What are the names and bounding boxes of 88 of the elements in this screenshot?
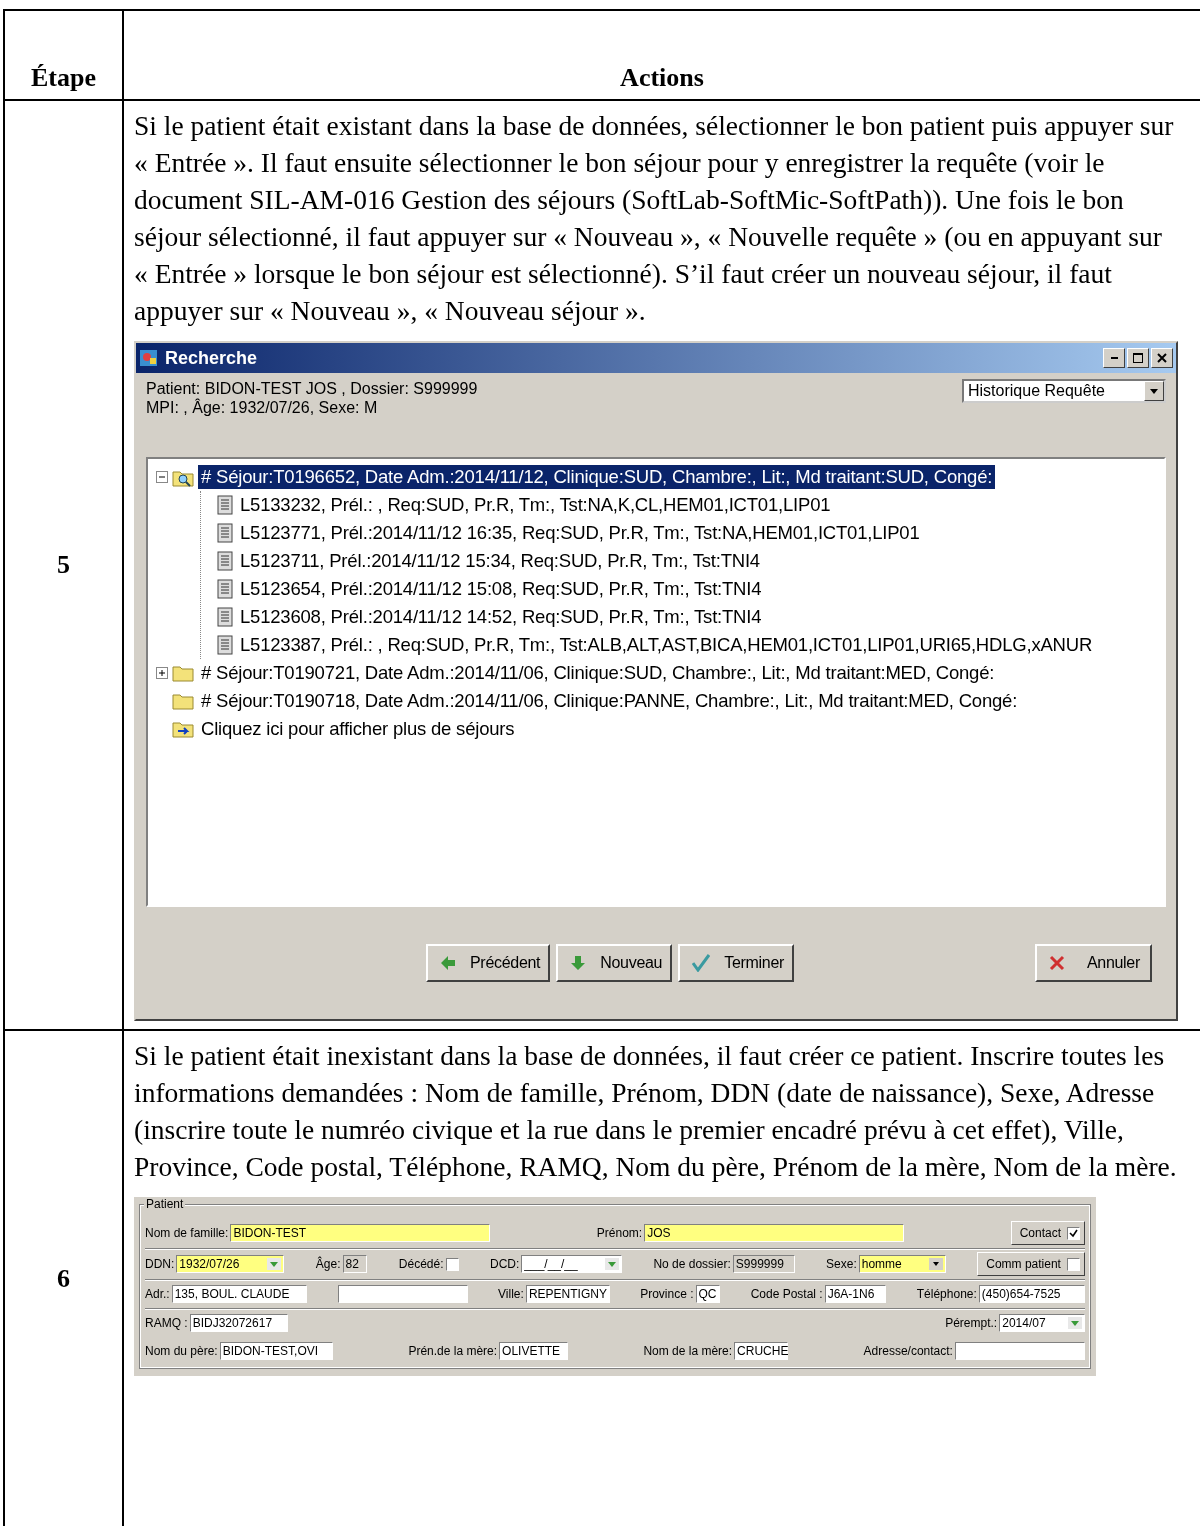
- action-button[interactable]: Annuler: [1034, 944, 1152, 982]
- column-header: Étape: [31, 63, 96, 93]
- window-title: Recherche: [165, 347, 259, 369]
- tree-item[interactable]: # Séjour:T0190718, Date Adm.:2014/11/06, Clinique:PANNE, Chambre:, Lit:, Md traitant:MED, Congé:: [198, 689, 1021, 713]
- tree-item[interactable]: Cliquez ici pour afficher plus de séjours: [198, 717, 518, 741]
- maximize-icon: [1133, 353, 1143, 363]
- folder-arrow-icon: [172, 720, 194, 738]
- down-arrow-icon: [570, 955, 587, 971]
- field-label: DDN:: [145, 1257, 175, 1271]
- tree-item[interactable]: # Séjour:T0196652, Date Adm.:2014/11/12, Clinique:SUD, Chambre:, Lit:, Md traitant:SUD, Congé:: [198, 465, 996, 489]
- input-field[interactable]: 135, BOUL. CLAUDE: [171, 1285, 308, 1303]
- input-field[interactable]: OLIVETTE: [499, 1342, 569, 1360]
- instruction-text: Si le patient était inexistant dans la base de données, il faut créer ce patient. Inscrire toutes les informations demandées : Nom de famille, Prénom, DDN (date de naissance), Sexe, Adresse (inscrire toute le numréo civique et la rue dans le premier encadré prévu à cet effet), Ville, Province, Code postal, Téléphone, RAMQ, Nom du père, Prénom de la mère, Nom de la mère.: [134, 1039, 1178, 1184]
- checkmark-icon: [692, 954, 711, 972]
- dropdown-arrow-icon: [1150, 388, 1158, 394]
- document-icon: [217, 495, 233, 515]
- close-icon: [1048, 955, 1065, 971]
- document-icon: [217, 523, 233, 543]
- tree-item[interactable]: L5123387, Prél.: , Req:SUD, Pr.R, Tm:, Tst:ALB,ALT,AST,BICA,HEM01,ICT01,LIP01,URI65,HDLG,xANUR: [237, 633, 1096, 657]
- document-icon: [217, 551, 233, 571]
- tree-item[interactable]: L5133232, Prél.: , Req:SUD, Pr.R, Tm:, Tst:NA,K,CL,HEM01,ICT01,LIP01: [237, 493, 834, 517]
- step-number: 5: [57, 550, 70, 580]
- expand-icon[interactable]: [156, 667, 168, 679]
- input-field[interactable]: J6A-1N6: [824, 1285, 887, 1303]
- folder-icon: [172, 664, 194, 682]
- document-icon: [217, 607, 233, 627]
- input-field[interactable]: BIDON-TEST: [230, 1224, 491, 1242]
- collapse-icon[interactable]: [156, 471, 168, 483]
- action-button[interactable]: Nouveau: [556, 944, 673, 982]
- tree-item[interactable]: L5123711, Prél.:2014/11/12 15:34, Req:SUD, Pr.R, Tm:, Tst:TNI4: [237, 549, 763, 573]
- close-button[interactable]: [1151, 348, 1173, 368]
- checkbox-button[interactable]: Comm patient: [977, 1252, 1085, 1276]
- field-label: Nom de famille:: [145, 1226, 229, 1240]
- field-label: Province :: [640, 1287, 694, 1301]
- field-label: Nom de la mère:: [643, 1344, 733, 1358]
- tree-item[interactable]: L5123654, Prél.:2014/11/12 15:08, Req:SUD, Pr.R, Tm:, Tst:TNI4: [237, 577, 765, 601]
- minimize-button[interactable]: [1103, 348, 1125, 368]
- patient-info: Patient: BIDON-TEST JOS , Dossier: S999999: [146, 379, 478, 398]
- group-label: Patient: [144, 1197, 186, 1211]
- date-field[interactable]: 1932/07/26: [176, 1255, 285, 1273]
- field-label: Pérempt.:: [945, 1316, 998, 1330]
- document-icon: [217, 635, 233, 655]
- input-field[interactable]: BIDON-TEST,OVI: [219, 1342, 334, 1360]
- column-header: Actions: [620, 63, 704, 93]
- input-field[interactable]: REPENTIGNY: [525, 1285, 610, 1303]
- field-label: Ville:: [498, 1287, 524, 1301]
- field-label: Décédé:: [398, 1257, 444, 1271]
- maximize-button[interactable]: [1127, 348, 1149, 368]
- action-button[interactable]: Terminer: [678, 944, 795, 982]
- field-label: Nom du père:: [145, 1344, 218, 1358]
- field-label: Code Postal :: [750, 1287, 823, 1301]
- step-number: 6: [57, 1263, 70, 1294]
- checkbox[interactable]: [445, 1257, 459, 1271]
- input-field[interactable]: BIDJ32072617: [189, 1314, 289, 1332]
- date-field[interactable]: 2014/07: [999, 1314, 1085, 1332]
- field-label: Prénom:: [596, 1226, 643, 1240]
- field-label: Sexe:: [826, 1257, 857, 1271]
- close-icon: [1157, 353, 1167, 363]
- input-field[interactable]: [954, 1342, 1085, 1360]
- field-label: Prén.de la mère:: [408, 1344, 498, 1358]
- tree-item[interactable]: L5123608, Prél.:2014/11/12 14:52, Req:SUD, Pr.R, Tm:, Tst:TNI4: [237, 605, 765, 629]
- field-label: Adresse/contact:: [863, 1344, 953, 1358]
- field-label: Téléphone:: [916, 1287, 977, 1301]
- input-field[interactable]: (450)654-7525: [978, 1285, 1085, 1303]
- document-icon: [217, 579, 233, 599]
- input-field[interactable]: JOS: [644, 1224, 905, 1242]
- history-dropdown[interactable]: Historique Requête: [962, 379, 1166, 403]
- instruction-text: Si le patient était existant dans la base de données, sélectionner le bon patient puis appuyer sur « Entrée ». Il faut ensuite sélectionner le bon séjour pour y enregistrer la requête (voir le document SIL-AM-016 Gestion des séjours (SoftLab-SoftMic-SoftPath)). Une fois le bon séjour sélectionné, il faut appuyer sur « Nouveau », « Nouvelle requête » (ou en appuyant sur « Entrée » lorsque le bon séjour est sélectionné). S’il faut créer un nouveau séjour, il faut appuyer sur « Nouveau », « Nouveau séjour ».: [134, 109, 1175, 328]
- field-label: No de dossier:: [653, 1257, 731, 1271]
- input-field[interactable]: [337, 1285, 468, 1303]
- field-label: RAMQ :: [145, 1316, 188, 1330]
- field-label: Âge:: [315, 1257, 341, 1271]
- folder-icon: [172, 692, 194, 710]
- tree-item[interactable]: L5123771, Prél.:2014/11/12 16:35, Req:SUD, Pr.R, Tm:, Tst:NA,HEM01,ICT01,LIP01: [237, 521, 923, 545]
- field-label: Adr.:: [145, 1287, 170, 1301]
- minimize-icon: [1110, 357, 1118, 359]
- field-label: DCD:: [490, 1257, 520, 1271]
- left-arrow-icon: [440, 955, 456, 971]
- checkbox-button[interactable]: Contact: [1010, 1221, 1085, 1245]
- date-field[interactable]: ___/__/__: [521, 1255, 622, 1273]
- select-field[interactable]: homme: [858, 1255, 946, 1273]
- action-button[interactable]: Précédent: [426, 944, 551, 982]
- patient-info: MPI: , Âge: 1932/07/26, Sexe: M: [146, 398, 379, 417]
- tree-item[interactable]: # Séjour:T0190721, Date Adm.:2014/11/06, Clinique:SUD, Chambre:, Lit:, Md traitant:MED, Congé:: [198, 661, 998, 685]
- checkmark-icon: [1069, 1228, 1078, 1238]
- app-icon: [139, 348, 159, 368]
- input-field[interactable]: QC: [695, 1285, 721, 1303]
- input-field[interactable]: CRUCHE: [734, 1342, 789, 1360]
